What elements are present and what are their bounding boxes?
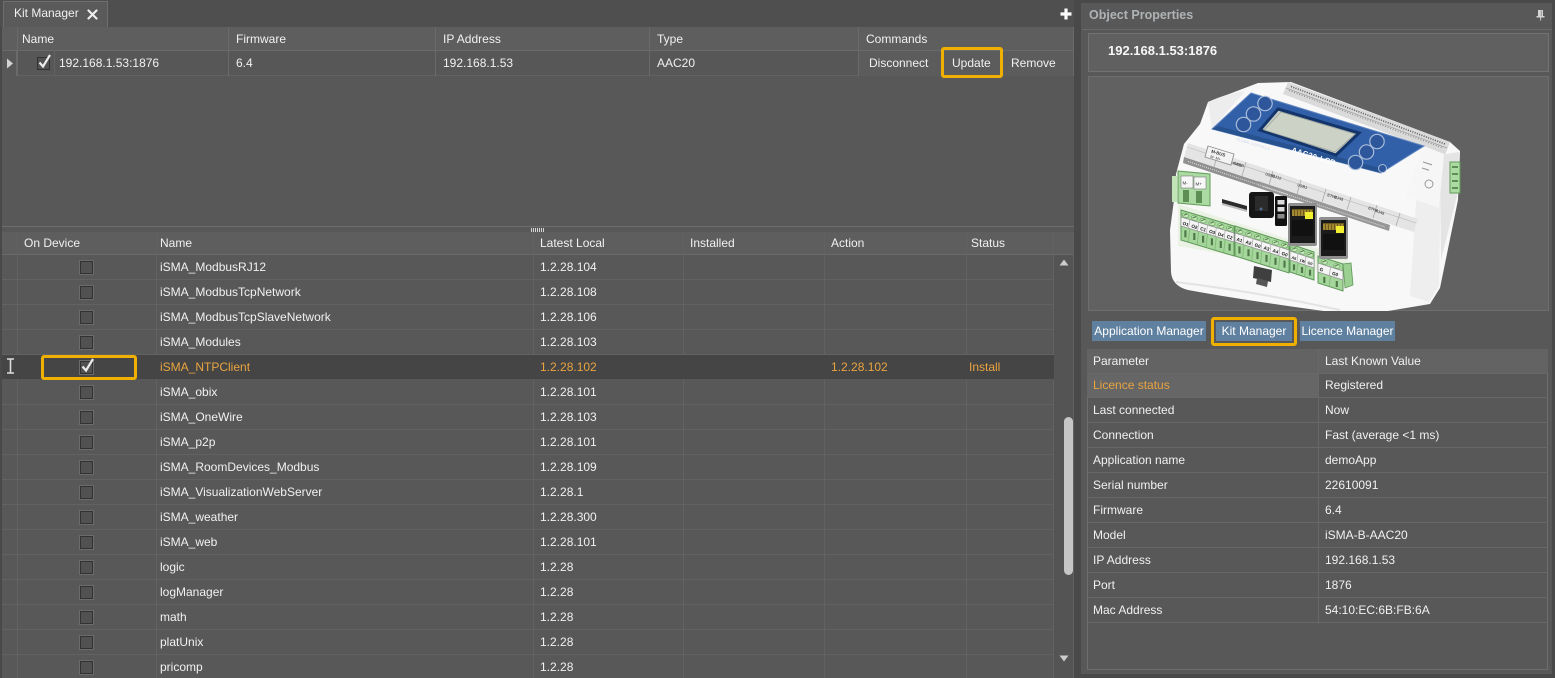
svg-text:M-: M- [1183,181,1189,186]
svg-text:M+: M+ [1196,182,1203,187]
